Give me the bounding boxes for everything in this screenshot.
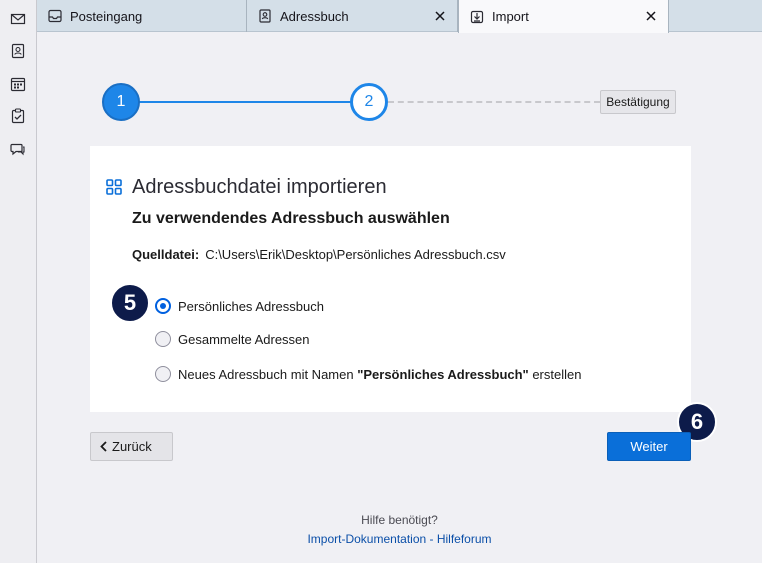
option-new-address-book[interactable]: Neues Adressbuch mit Namen "Persönliches… <box>155 365 581 383</box>
mail-icon[interactable] <box>10 11 26 27</box>
option-label-suffix: erstellen <box>528 366 582 382</box>
tab-label: Import <box>492 9 529 24</box>
step-marker-badge: 5 <box>110 283 150 323</box>
calendar-icon[interactable] <box>10 76 26 92</box>
back-button[interactable]: Zurück <box>90 432 173 461</box>
import-card: Adressbuchdatei importieren Zu verwenden… <box>90 146 691 412</box>
tasks-icon[interactable] <box>10 108 26 124</box>
page-title: Adressbuchdatei importieren <box>132 176 387 198</box>
help-links: Import-Dokumentation - Hilfeforum <box>37 532 762 546</box>
import-icon <box>470 10 484 23</box>
step-2: 2 <box>350 83 388 121</box>
chat-icon[interactable] <box>10 141 26 157</box>
address-book-icon[interactable] <box>10 43 26 59</box>
source-path: C:\Users\Erik\Desktop\Persönliches Adres… <box>205 247 506 262</box>
tab-inbox[interactable]: Posteingang <box>37 0 247 32</box>
help-question: Hilfe benötigt? <box>361 513 438 527</box>
option-label: Persönliches Adressbuch <box>178 298 324 314</box>
progress-line-pending <box>388 101 600 103</box>
tab-import[interactable]: Import <box>458 0 669 33</box>
back-label: Zurück <box>112 439 152 454</box>
tab-bar: Posteingang Adressbuch Import <box>37 0 762 33</box>
tab-label: Adressbuch <box>280 8 349 24</box>
inbox-icon <box>48 9 62 23</box>
radio[interactable] <box>155 331 171 347</box>
chevron-left-icon <box>100 441 107 452</box>
address-book-grid-icon <box>106 179 122 195</box>
import-page: 1 2 Bestätigung Adressbuchdatei importie… <box>37 33 762 563</box>
close-icon[interactable] <box>433 9 447 23</box>
next-button[interactable]: Weiter <box>607 432 691 461</box>
section-heading: Zu verwendendes Adressbuch auswählen <box>132 210 450 227</box>
source-file-row: Quelldatei: C:\Users\Erik\Desktop\Persönl… <box>132 247 506 262</box>
source-label: Quelldatei: <box>132 247 200 262</box>
spaces-toolbar <box>0 0 37 563</box>
link-separator: - <box>426 532 437 546</box>
option-label-prefix: Neues Adressbuch mit Namen <box>178 366 358 382</box>
progress-line-done <box>138 101 352 103</box>
import-documentation-link[interactable]: Import-Dokumentation <box>307 532 426 546</box>
option-collected-addresses[interactable]: Gesammelte Adressen <box>155 330 310 348</box>
tab-label: Posteingang <box>70 8 143 24</box>
step-1: 1 <box>102 83 140 121</box>
help-forum-link[interactable]: Hilfeforum <box>437 532 492 546</box>
address-book-icon <box>259 9 271 23</box>
radio-checked[interactable] <box>155 298 171 314</box>
radio[interactable] <box>155 366 171 382</box>
tab-address-book[interactable]: Adressbuch <box>247 0 458 32</box>
close-icon[interactable] <box>644 9 658 23</box>
option-label-name: "Persönliches Adressbuch" <box>357 366 529 382</box>
option-label: Gesammelte Adressen <box>178 331 310 347</box>
option-personal-address-book[interactable]: Persönliches Adressbuch <box>155 297 324 315</box>
step-confirmation: Bestätigung <box>600 90 676 114</box>
